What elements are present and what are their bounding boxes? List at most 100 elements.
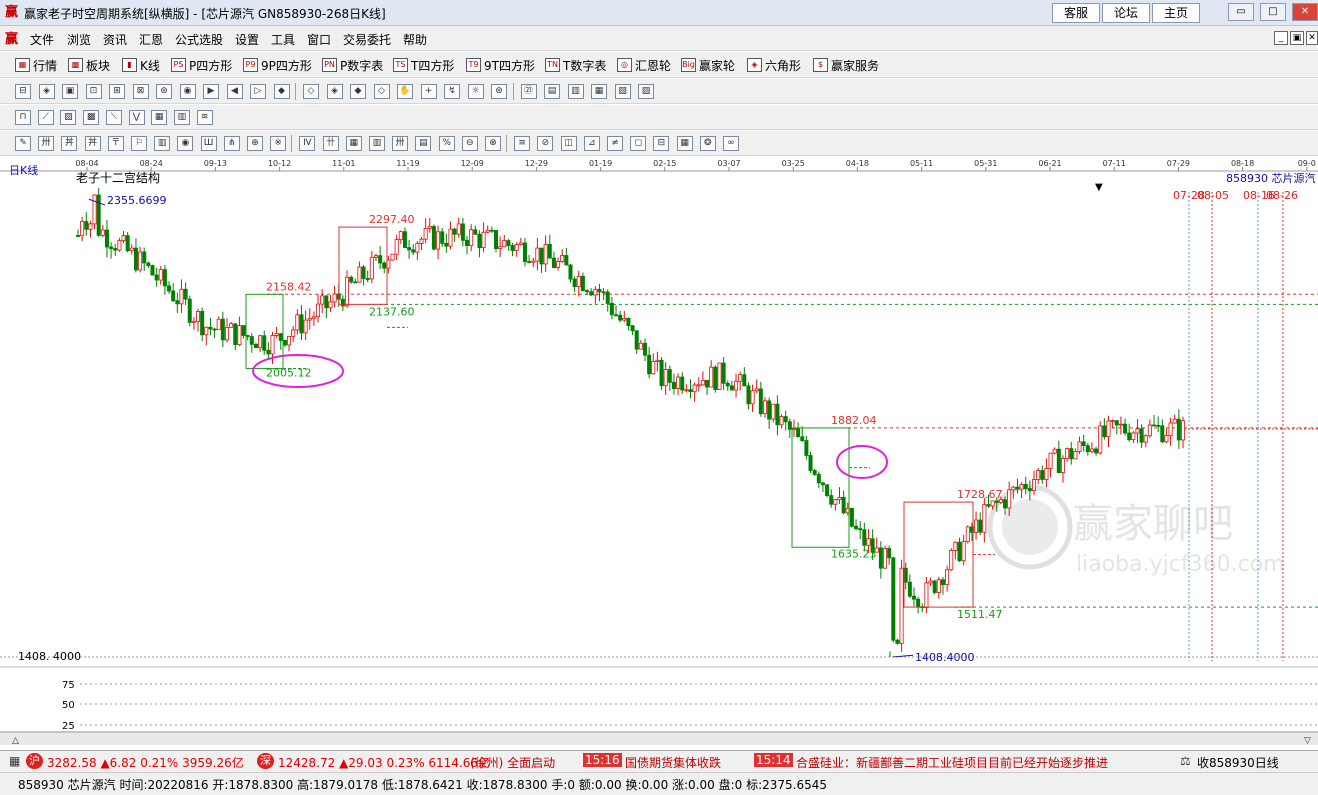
line-tool-3-icon[interactable]: ▨	[60, 110, 77, 125]
draw-tool-28-icon[interactable]: ⊟	[653, 136, 670, 151]
menu-settings[interactable]: 设置	[235, 31, 259, 48]
line-tool-6-icon[interactable]: ⋁	[128, 110, 145, 125]
menu-info[interactable]: 资讯	[103, 31, 127, 48]
draw-tool-18-icon[interactable]: ▤	[415, 136, 432, 151]
nav-tool-27-icon[interactable]: ▨	[638, 84, 654, 99]
quotes-button[interactable]: ▦ 行情	[15, 57, 57, 73]
nav-tool-25-icon[interactable]: ▦	[591, 84, 607, 99]
nav-tool-6-icon[interactable]: ⊠	[132, 84, 149, 99]
nav-tool-8-icon[interactable]: ◉	[179, 84, 196, 99]
menu-help[interactable]: 帮助	[403, 31, 427, 48]
sector-button[interactable]: ▩ 板块	[68, 57, 110, 73]
line-tool-2-icon[interactable]: ⟋	[37, 110, 54, 125]
nav-tool-9-icon[interactable]: ▶	[203, 84, 219, 99]
9t-square-button[interactable]: T9 9T四方形	[466, 57, 535, 73]
draw-tool-16-icon[interactable]: ▥	[369, 136, 385, 151]
menu-huien[interactable]: 汇恩	[139, 31, 163, 48]
nav-tool-15-icon[interactable]: ◆	[350, 84, 366, 99]
nav-tool-16-icon[interactable]: ◇	[373, 84, 390, 99]
draw-tool-12-icon[interactable]: ※	[270, 136, 287, 151]
shenzhen-index-text[interactable]: 12428.72 ▲29.03 0.23% 6114.66亿	[278, 754, 490, 771]
nav-tool-7-icon[interactable]: ⊛	[156, 84, 172, 99]
nav-tool-17-icon[interactable]: ✋	[397, 84, 413, 99]
draw-tool-4-icon[interactable]: 丼	[84, 136, 101, 151]
nav-tool-24-icon[interactable]: ▥	[567, 84, 584, 99]
nav-tool-20-icon[interactable]: ☼	[467, 84, 484, 99]
draw-tool-1-icon[interactable]: ✎	[15, 136, 31, 151]
nav-tool-14-icon[interactable]: ◈	[326, 84, 343, 99]
draw-tool-13-icon[interactable]: Ⅳ	[299, 136, 316, 151]
nav-tool-1-icon[interactable]: ⊟	[15, 84, 31, 99]
shanghai-index-text[interactable]: 3282.58 ▲6.82 0.21% 3959.26亿	[47, 754, 244, 771]
draw-tool-17-icon[interactable]: 卅	[392, 136, 409, 151]
menu-trade[interactable]: 交易委托	[343, 31, 391, 48]
nav-tool-10-icon[interactable]: ◀	[226, 84, 243, 99]
line-tool-4-icon[interactable]: ▩	[83, 110, 100, 125]
draw-tool-8-icon[interactable]: ◉	[177, 136, 194, 151]
news-item-2[interactable]: 国债期货集体收跌	[625, 754, 721, 771]
menu-app-icon[interactable]: 赢	[5, 32, 20, 47]
draw-tool-22-icon[interactable]: ≡	[514, 136, 531, 151]
news-ticker[interactable]: (徐州) 全面启动 15:16 国债期货集体收跌 15:14 合盛硅业：新疆鄯善…	[470, 751, 1170, 772]
index-list-icon[interactable]: ▦	[9, 754, 20, 768]
dropdown-marker-icon[interactable]: ▼	[1095, 182, 1103, 193]
scroll-down-icon[interactable]: ▽	[1304, 736, 1311, 746]
mdi-restore-icon[interactable]: ▣	[1290, 31, 1304, 45]
nav-tool-4-icon[interactable]: ⊡	[85, 84, 102, 99]
nav-tool-22-icon[interactable]: ㉑	[520, 84, 537, 99]
nav-tool-13-icon[interactable]: ◇	[303, 84, 319, 99]
nav-tool-11-icon[interactable]: ▷	[250, 84, 266, 99]
line-tool-8-icon[interactable]: ▥	[173, 110, 190, 125]
draw-tool-6-icon[interactable]: ⚐	[131, 136, 147, 151]
minimize-icon[interactable]: ▭	[1228, 3, 1254, 21]
draw-tool-14-icon[interactable]: 卄	[322, 136, 339, 151]
draw-tool-2-icon[interactable]: 卅	[38, 136, 55, 151]
draw-tool-25-icon[interactable]: ⊿	[583, 136, 600, 151]
kline-chart[interactable]: 08-04 08-24 09-13 10-12 11-01 11-19 12-09 12-29…	[0, 157, 1318, 746]
nav-tool-3-icon[interactable]: ▣	[62, 84, 78, 99]
draw-tool-7-icon[interactable]: ▥	[154, 136, 171, 151]
nav-tool-19-icon[interactable]: ↯	[444, 84, 460, 99]
kline-button[interactable]: ▮ K线	[122, 57, 160, 73]
nav-tool-5-icon[interactable]: ⊞	[109, 84, 125, 99]
p-number-table-button[interactable]: PN P数字表	[322, 57, 383, 73]
nav-tool-26-icon[interactable]: ▧	[614, 84, 631, 99]
mdi-close-icon[interactable]: ✕	[1306, 31, 1318, 45]
close-line-label[interactable]: 收858930日线	[1197, 754, 1279, 771]
news-item-1[interactable]: (徐州) 全面启动	[470, 754, 555, 771]
nav-tool-18-icon[interactable]: +	[420, 84, 437, 99]
draw-tool-9-icon[interactable]: Ш	[200, 136, 217, 151]
kline-chart-area[interactable]: 08-04 08-24 09-13 10-12 11-01 11-19 12-09 12-29…	[0, 157, 1318, 746]
draw-tool-21-icon[interactable]: ⊗	[485, 136, 501, 151]
maximize-icon[interactable]: □	[1260, 3, 1286, 21]
menu-browse[interactable]: 浏览	[67, 31, 91, 48]
line-tool-1-icon[interactable]: ⊓	[15, 110, 31, 125]
forum-link[interactable]: 论坛	[1102, 3, 1150, 23]
nav-tool-21-icon[interactable]: ⊛	[491, 84, 507, 99]
draw-tool-30-icon[interactable]: ❂	[699, 136, 716, 151]
winner-wheel-button[interactable]: Big 赢家轮	[681, 57, 735, 73]
menu-tools[interactable]: 工具	[271, 31, 295, 48]
draw-tool-20-icon[interactable]: ⊖	[461, 136, 478, 151]
draw-tool-5-icon[interactable]: 〒	[107, 136, 124, 151]
hexagon-button[interactable]: ◈ 六角形	[747, 57, 801, 73]
mdi-minimize-icon[interactable]: _	[1274, 31, 1288, 45]
draw-tool-19-icon[interactable]: %	[438, 136, 455, 151]
scroll-up-icon[interactable]: △	[12, 736, 19, 746]
winner-service-button[interactable]: $ 赢家服务	[813, 57, 879, 73]
menu-file[interactable]: 文件	[30, 31, 54, 48]
close-icon[interactable]: ✕	[1292, 3, 1318, 21]
draw-tool-15-icon[interactable]: ▦	[345, 136, 362, 151]
draw-tool-29-icon[interactable]: ▦	[676, 136, 693, 151]
menu-formula[interactable]: 公式选股	[175, 31, 223, 48]
home-link[interactable]: 主页	[1152, 3, 1200, 23]
draw-tool-23-icon[interactable]: ⊘	[537, 136, 554, 151]
line-tool-9-icon[interactable]: ≋	[196, 110, 213, 125]
t-number-table-button[interactable]: TN T数字表	[545, 57, 606, 73]
9p-square-button[interactable]: P9 9P四方形	[243, 57, 312, 73]
nav-tool-23-icon[interactable]: ▤	[544, 84, 560, 99]
huien-wheel-button[interactable]: ◎ 汇恩轮	[617, 57, 671, 73]
p-square-button[interactable]: PS P四方形	[171, 57, 232, 73]
service-link[interactable]: 客服	[1052, 3, 1100, 23]
menu-window[interactable]: 窗口	[307, 31, 331, 48]
